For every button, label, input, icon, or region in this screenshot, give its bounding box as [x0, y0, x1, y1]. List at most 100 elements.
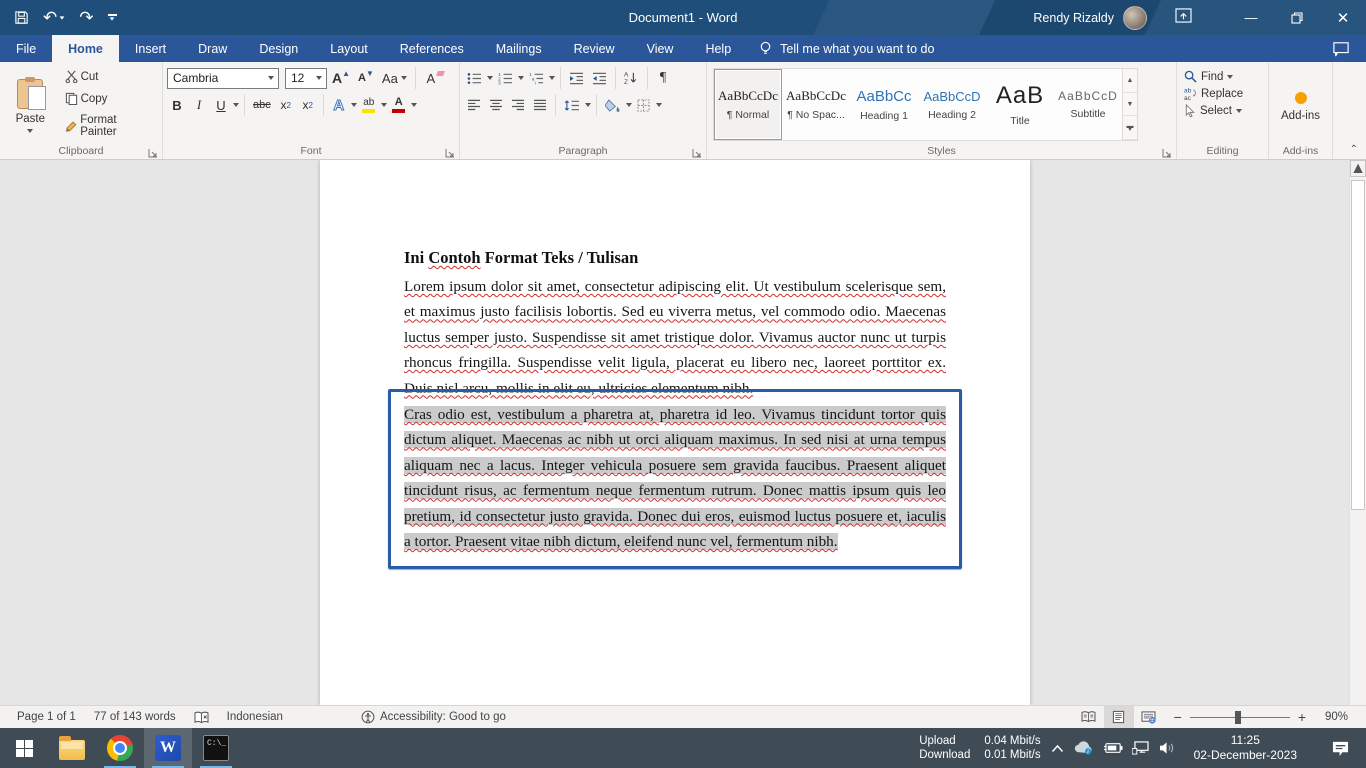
decrease-indent-button[interactable]: [566, 71, 587, 86]
proofing-errors-icon[interactable]: [185, 706, 218, 728]
font-color-caret-icon[interactable]: [411, 103, 417, 107]
bold-button[interactable]: B: [167, 97, 187, 114]
tab-file[interactable]: File: [0, 35, 52, 62]
format-painter-button[interactable]: Format Painter: [61, 111, 158, 141]
style-subtitle[interactable]: AaBbCcD Subtitle: [1054, 69, 1122, 140]
font-name-combobox[interactable]: Cambria: [167, 68, 279, 89]
vertical-scrollbar[interactable]: ▲: [1349, 160, 1366, 705]
tray-expand-icon[interactable]: [1051, 744, 1064, 753]
shading-button[interactable]: [602, 98, 624, 113]
text-effects-button[interactable]: A: [329, 96, 349, 115]
change-case-button[interactable]: Aa: [379, 70, 410, 87]
battery-icon[interactable]: [1103, 742, 1123, 754]
minimize-button[interactable]: —: [1228, 0, 1274, 35]
sort-button[interactable]: AZ: [621, 70, 642, 86]
close-button[interactable]: ✕: [1320, 0, 1366, 35]
shading-caret-icon[interactable]: [626, 103, 632, 107]
align-center-button[interactable]: [486, 98, 506, 112]
comment-icon[interactable]: [1332, 41, 1350, 57]
paste-button[interactable]: Paste: [4, 67, 57, 142]
scroll-up-icon[interactable]: ▲: [1350, 160, 1366, 177]
addins-button[interactable]: Add-ins: [1273, 67, 1328, 142]
multilevel-list-button[interactable]: 1ai: [526, 71, 547, 86]
styles-more-icon[interactable]: ▬▼: [1123, 116, 1137, 140]
tab-draw[interactable]: Draw: [182, 35, 243, 62]
numbering-caret-icon[interactable]: [518, 76, 524, 80]
find-caret-icon[interactable]: [1227, 75, 1233, 79]
network-icon[interactable]: [1132, 741, 1150, 755]
tab-mailings[interactable]: Mailings: [480, 35, 558, 62]
align-left-button[interactable]: [464, 98, 484, 112]
cut-button[interactable]: Cut: [61, 67, 158, 86]
align-right-button[interactable]: [508, 98, 528, 112]
styles-dialog-launcher-icon[interactable]: [1162, 145, 1173, 156]
style-no-spacing[interactable]: AaBbCcDc ¶ No Spac...: [782, 69, 850, 140]
multilevel-caret-icon[interactable]: [549, 76, 555, 80]
strikethrough-button[interactable]: abc: [250, 98, 274, 112]
customize-qat-icon[interactable]: [108, 14, 117, 21]
word-count[interactable]: 77 of 143 words: [85, 706, 185, 728]
accessibility-checker[interactable]: Accessibility: Good to go: [352, 706, 515, 728]
superscript-button[interactable]: x2: [298, 97, 318, 113]
paragraph-2[interactable]: Cras odio est, vestibulum a pharetra at,…: [404, 402, 946, 554]
document-page[interactable]: Ini Contoh Format Teks / Tulisan Lorem i…: [320, 160, 1030, 705]
zoom-slider-thumb[interactable]: [1235, 711, 1241, 724]
replace-button[interactable]: abac Replace: [1181, 86, 1246, 101]
language-indicator[interactable]: Indonesian: [218, 706, 292, 728]
line-spacing-caret-icon[interactable]: [585, 103, 591, 107]
paragraph-1[interactable]: Lorem ipsum dolor sit amet, consectetur …: [404, 274, 946, 401]
web-layout-button[interactable]: [1134, 706, 1164, 728]
volume-icon[interactable]: [1159, 741, 1176, 755]
tab-review[interactable]: Review: [558, 35, 631, 62]
text-effects-caret-icon[interactable]: [351, 103, 357, 107]
save-icon[interactable]: [14, 10, 29, 25]
word-taskbar-button[interactable]: W: [144, 728, 192, 768]
justify-button[interactable]: [530, 98, 550, 112]
line-spacing-button[interactable]: [561, 98, 583, 113]
clear-formatting-button[interactable]: A: [421, 70, 441, 87]
command-prompt-button[interactable]: C:\_: [192, 728, 240, 768]
tab-view[interactable]: View: [631, 35, 690, 62]
increase-indent-button[interactable]: [589, 71, 610, 86]
grow-font-button[interactable]: A▲: [329, 69, 353, 87]
highlight-button[interactable]: ab: [359, 97, 379, 114]
account-area[interactable]: Rendy Rizaldy: [1033, 6, 1147, 30]
style-title[interactable]: AaB Title: [986, 69, 1054, 140]
collapse-ribbon-icon[interactable]: ⌃: [1350, 144, 1358, 155]
copy-button[interactable]: Copy: [61, 89, 158, 108]
selected-text[interactable]: Cras odio est, vestibulum a pharetra at,…: [404, 406, 946, 550]
clipboard-dialog-launcher-icon[interactable]: [148, 145, 159, 156]
tab-references[interactable]: References: [384, 35, 480, 62]
italic-button[interactable]: I: [189, 96, 209, 114]
select-caret-icon[interactable]: [1236, 109, 1242, 113]
underline-caret-icon[interactable]: [233, 103, 239, 107]
underline-button[interactable]: U: [211, 97, 231, 114]
borders-button[interactable]: [634, 98, 654, 113]
font-dialog-launcher-icon[interactable]: [445, 145, 456, 156]
avatar[interactable]: [1123, 6, 1147, 30]
shrink-font-button[interactable]: A▼: [355, 71, 377, 85]
redo-icon[interactable]: ↷: [79, 9, 93, 26]
start-button[interactable]: [0, 728, 48, 768]
zoom-level[interactable]: 90%: [1314, 711, 1348, 723]
tab-help[interactable]: Help: [689, 35, 747, 62]
read-mode-button[interactable]: [1074, 706, 1104, 728]
numbering-button[interactable]: 123: [495, 71, 516, 86]
ribbon-display-options-icon[interactable]: [1175, 8, 1192, 28]
styles-scroll-up-icon[interactable]: ▲: [1123, 69, 1137, 93]
style-heading2[interactable]: AaBbCcD Heading 2: [918, 69, 986, 140]
print-layout-button[interactable]: [1104, 706, 1134, 728]
scrollbar-thumb[interactable]: [1351, 180, 1365, 510]
document-heading[interactable]: Ini Contoh Format Teks / Tulisan: [404, 248, 946, 268]
paste-caret-icon[interactable]: [27, 129, 33, 133]
network-speed-monitor[interactable]: Upload 0.04 Mbit/s Download 0.01 Mbit/s: [919, 734, 1040, 762]
restore-button[interactable]: [1274, 0, 1320, 35]
styles-scroll-down-icon[interactable]: ▼: [1123, 93, 1137, 117]
page-indicator[interactable]: Page 1 of 1: [8, 706, 85, 728]
style-heading1[interactable]: AaBbCc Heading 1: [850, 69, 918, 140]
subscript-button[interactable]: x2: [276, 97, 296, 113]
zoom-out-button[interactable]: −: [1174, 710, 1182, 724]
highlight-caret-icon[interactable]: [381, 103, 387, 107]
file-explorer-button[interactable]: [48, 728, 96, 768]
font-size-combobox[interactable]: 12: [285, 68, 327, 89]
